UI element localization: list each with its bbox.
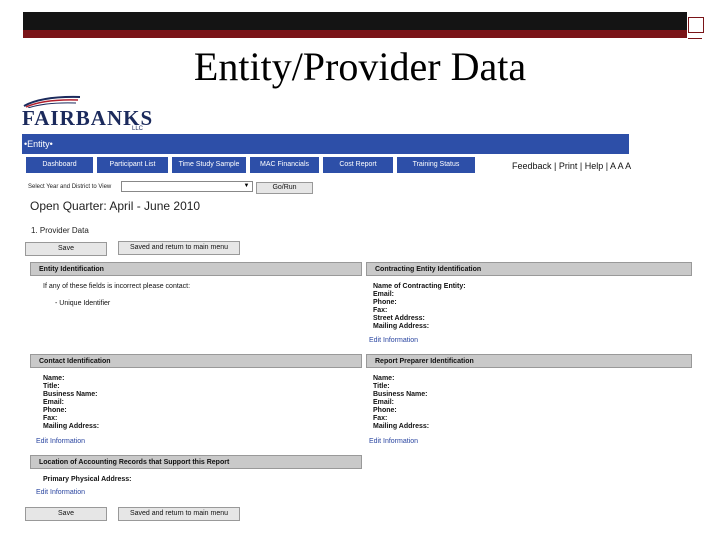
- save-return-button-bottom[interactable]: Saved and return to main menu: [118, 507, 240, 521]
- tab-training-status[interactable]: Training Status: [397, 157, 475, 173]
- entity-identification-header: Entity Identification: [30, 262, 362, 276]
- save-return-button-top[interactable]: Saved and return to main menu: [118, 241, 240, 255]
- slide-title: Entity/Provider Data: [193, 44, 527, 89]
- contracting-entity-header: Contracting Entity Identification: [366, 262, 692, 276]
- tab-cost-report[interactable]: Cost Report: [323, 157, 393, 173]
- contracting-mailing-label: Mailing Address:: [373, 323, 430, 330]
- unique-identifier: - Unique Identifier: [55, 300, 111, 307]
- slide-corner-line: [688, 38, 702, 39]
- contracting-edit-link[interactable]: Edit Information: [369, 337, 418, 344]
- select-label: Select Year and District to View: [28, 184, 112, 190]
- accounting-records-header: Location of Accounting Records that Supp…: [30, 455, 362, 469]
- slide-corner-square: [688, 17, 704, 33]
- save-button-top[interactable]: Save: [25, 242, 107, 256]
- year-district-select[interactable]: ▼: [121, 181, 253, 192]
- tab-participant-list[interactable]: Participant List: [97, 157, 168, 173]
- fairbanks-logo: FAIRBANKS LLC: [22, 94, 152, 132]
- preparer-mailing-label: Mailing Address:: [373, 423, 430, 430]
- section-heading: 1. Provider Data: [31, 226, 89, 235]
- contact-edit-link[interactable]: Edit Information: [36, 438, 85, 445]
- report-preparer-header: Report Preparer Identification: [366, 354, 692, 368]
- contact-mailing-label: Mailing Address:: [43, 423, 100, 430]
- primary-address-label: Primary Physical Address:: [43, 476, 132, 483]
- chevron-down-icon: ▼: [243, 183, 250, 189]
- tab-dashboard[interactable]: Dashboard: [26, 157, 93, 173]
- go-button[interactable]: Go/Run: [256, 182, 313, 194]
- accounting-edit-link[interactable]: Edit Information: [36, 489, 85, 496]
- tab-mac-financials[interactable]: MAC Financials: [250, 157, 319, 173]
- slide-top-accent: [23, 30, 687, 38]
- open-quarter: Open Quarter: April - June 2010: [30, 199, 201, 213]
- logo-llc: LLC: [132, 126, 144, 132]
- entity-note: If any of these fields is incorrect plea…: [43, 283, 191, 290]
- entity-header-bar: •Entity•: [22, 134, 629, 154]
- main-nav: Dashboard Participant List Time Study Sa…: [26, 157, 475, 173]
- tab-time-study-sample[interactable]: Time Study Sample: [172, 157, 246, 173]
- contact-identification-header: Contact Identification: [30, 354, 362, 368]
- save-button-bottom[interactable]: Save: [25, 507, 107, 521]
- preparer-edit-link[interactable]: Edit Information: [369, 438, 418, 445]
- utility-links[interactable]: Feedback | Print | Help | A A A: [512, 161, 631, 171]
